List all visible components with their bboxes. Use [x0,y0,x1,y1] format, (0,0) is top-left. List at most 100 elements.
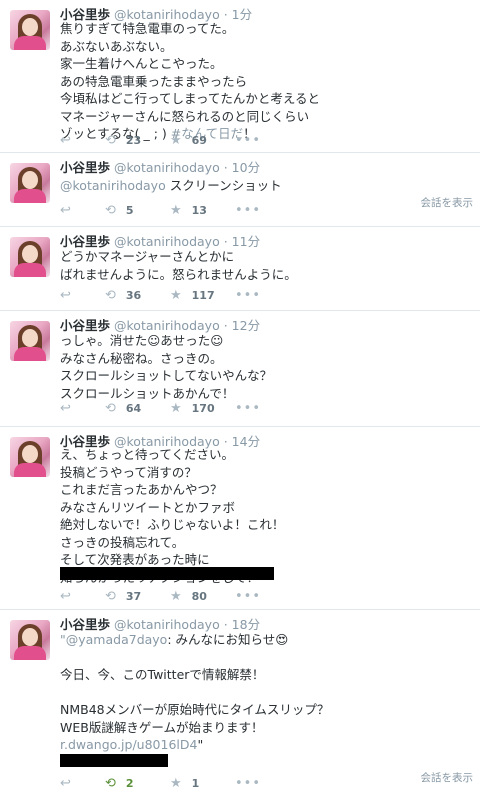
retweet-icon: ⟲ [105,401,116,416]
tweet-time[interactable]: · 11分 [224,234,260,249]
tweet-text: どうかマネージャーさんとかに ばれませんように。怒られませんように。 [60,248,297,283]
favorite-button[interactable]: ★ 80 [170,589,207,604]
favorite-button[interactable]: ★ 13 [170,203,207,218]
user-name[interactable]: 小谷里歩 [60,617,110,632]
favorite-button[interactable]: ★ 1 [170,776,199,791]
tweet-line: あの特急電車乗ったままやったら [60,73,248,89]
avatar[interactable] [10,321,50,361]
tweet-line: え、ちょっと待ってください。 [60,447,235,462]
tweet-text: え、ちょっと待ってください。 投稿どうやって消すの？ これまだ言ったあかんやつ？ みな… [60,446,284,586]
favorite-count: 80 [191,590,207,603]
tweet-line: これまだ言ったあかんやつ？ [60,482,223,497]
tweet-line: WEB版謎解きゲームが始まります！ [60,719,264,735]
redaction-bar [60,754,168,767]
tweet-line: NMB48メンバーが原始時代にタイムスリップ？ [60,702,330,717]
retweet-count: 23 [125,134,142,147]
more-button[interactable]: ••• [235,203,261,218]
user-handle[interactable]: @kotanirihodayo [114,617,220,632]
retweet-button[interactable]: ⟲ 2 [105,776,134,791]
tweet[interactable]: 小谷里歩 @kotanirihodayo · 1分 焦りすぎて特急電車のってた。… [0,0,480,153]
more-button[interactable]: ••• [235,133,261,148]
retweet-count: 37 [125,590,142,603]
favorite-button[interactable]: ★ 170 [170,401,215,416]
favorite-count: 170 [191,402,215,415]
tweet-line: ばれませんように。怒られませんように。 [60,266,297,282]
tweet-time[interactable]: · 10分 [224,160,260,175]
star-icon: ★ [170,288,182,303]
tweet[interactable]: 小谷里歩 @kotanirihodayo · 14分 え、ちょっと待ってください… [0,427,480,610]
retweet-button[interactable]: ⟲ 37 [105,589,141,604]
view-conversation-link[interactable]: 会話を表示 [421,770,474,785]
user-name[interactable]: 小谷里歩 [60,318,110,333]
quote-line: "@yamada7dayo: みんなにお知らせ😍 [60,631,329,649]
avatar[interactable] [10,237,50,277]
tweet-time[interactable]: · 18分 [224,617,260,632]
more-button[interactable]: ••• [235,288,261,303]
url-link[interactable]: r.dwango.jp/u8016lD4 [60,737,197,752]
tweet-actions: ↩ ⟲ 36 ★ 117 ••• [60,288,460,304]
tweet-actions: ↩ ⟲ 2 ★ 1 ••• [60,776,460,792]
avatar[interactable] [10,10,50,50]
favorite-count: 117 [191,289,215,302]
tweet[interactable]: 小谷里歩 @kotanirihodayo · 10分 @kotanirihoda… [0,153,480,227]
more-button[interactable]: ••• [235,401,261,416]
more-icon: ••• [235,288,262,303]
tweet-line: 今日、今、このTwitterで情報解禁！ [60,667,265,682]
avatar[interactable] [10,620,50,660]
tweet-line: マネージャーさんに怒られるのと同じくらい [60,108,310,124]
tweet-line: っしゃ。消せた☺あせった☺ [60,333,224,348]
retweet-icon: ⟲ [105,203,116,218]
mention-link[interactable]: @yamada7dayo [66,632,168,647]
tweet-header: 小谷里歩 @kotanirihodayo · 10分 [60,157,260,176]
reply-icon: ↩ [60,589,71,604]
mention-link[interactable]: @kotanirihodayo [60,178,166,193]
user-name[interactable]: 小谷里歩 [60,234,110,249]
avatar[interactable] [10,437,50,477]
tweet[interactable]: 小谷里歩 @kotanirihodayo · 18分 "@yamada7dayo… [0,610,480,797]
star-icon: ★ [170,203,182,218]
tweet-line: 絶対しないで！ふりじゃないよ！これ！ [60,517,285,532]
tweet-line: 家一生着けへんとこやった。 [60,56,223,71]
tweet-text: っしゃ。消せた☺あせった☺ みなさん秘密ね。さっきの。 スクロールショットしてないや… [60,332,272,402]
retweet-button[interactable]: ⟲ 64 [105,401,141,416]
user-handle[interactable]: @kotanirihodayo [114,318,220,333]
favorite-button[interactable]: ★ 69 [170,133,207,148]
star-icon: ★ [170,589,182,604]
user-handle[interactable]: @kotanirihodayo [114,160,220,175]
more-button[interactable]: ••• [235,589,261,604]
user-handle[interactable]: @kotanirihodayo [114,234,220,249]
more-icon: ••• [235,133,262,148]
more-icon: ••• [235,776,262,791]
tweet-text: 焦りすぎて特急電車のってた。 あぶないあぶない。 家一生着けへんとこやった。 あの特急… [60,20,320,143]
tweet-actions: ↩ ⟲ 64 ★ 170 ••• [60,401,460,417]
tweet[interactable]: 小谷里歩 @kotanirihodayo · 12分 っしゃ。消せた☺あせった☺… [0,311,480,427]
more-icon: ••• [235,203,262,218]
tweet-line [60,684,329,702]
tweet-text: @kotanirihodayo スクリーンショット [60,177,282,195]
tweet[interactable]: 小谷里歩 @kotanirihodayo · 11分 どうかマネージャーさんとか… [0,227,480,311]
view-conversation-link[interactable]: 会話を表示 [421,195,474,210]
retweet-button[interactable]: ⟲ 36 [105,288,141,303]
reply-icon: ↩ [60,203,71,218]
retweet-icon: ⟲ [105,288,116,303]
reply-button[interactable]: ↩ [60,203,71,218]
reply-icon: ↩ [60,401,71,416]
retweet-button[interactable]: ⟲ 5 [105,203,134,218]
tweet-line: 今頃私はどこ行ってしまってたんかと考えると [60,91,321,106]
reply-button[interactable]: ↩ [60,133,71,148]
tweet-time[interactable]: · 12分 [224,318,260,333]
retweet-count: 2 [125,777,134,790]
more-button[interactable]: ••• [235,776,261,791]
reply-button[interactable]: ↩ [60,288,71,303]
avatar[interactable] [10,163,50,203]
reply-icon: ↩ [60,288,71,303]
more-icon: ••• [235,401,262,416]
favorite-count: 13 [191,204,207,217]
more-icon: ••• [235,589,262,604]
reply-button[interactable]: ↩ [60,589,71,604]
reply-button[interactable]: ↩ [60,401,71,416]
reply-button[interactable]: ↩ [60,776,71,791]
user-name[interactable]: 小谷里歩 [60,160,110,175]
favorite-button[interactable]: ★ 117 [170,288,215,303]
retweet-button[interactable]: ⟲ 23 [105,133,141,148]
